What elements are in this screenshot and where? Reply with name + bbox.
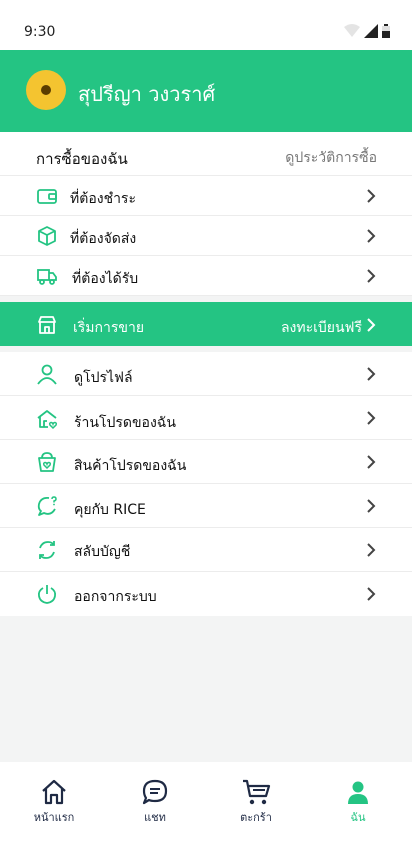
purchase-row-label: ที่ต้องจัดส่ง [70,231,137,247]
nav-me[interactable]: ฉัน [328,778,388,838]
chevron-right-icon [367,411,376,425]
profile-header: สุปรีญา วงวราศ์ [0,50,412,132]
menu-row-favorite-shops[interactable]: ร้านโปรดของฉัน [0,396,412,440]
menu-row-switch-account[interactable]: สลับบัญชี [0,528,412,572]
chat-icon [142,779,168,805]
store-icon [38,316,56,334]
menu-row-chat-rice[interactable]: คุยกับ RICE [0,484,412,528]
status-bar: 9:30 [0,0,412,50]
menu-row-label: ดูโปรไฟล์ [74,370,133,386]
chevron-right-icon [367,455,376,469]
chevron-right-icon [367,499,376,513]
power-icon [37,585,57,604]
nav-home-label: หน้าแรก [33,811,75,824]
chevron-right-icon [367,543,376,557]
purchase-row-label: ที่ต้องชำระ [70,191,136,207]
nav-chat[interactable]: แชท [125,778,185,838]
cart-icon [243,779,271,805]
nav-home[interactable]: หน้าแรก [24,778,84,838]
menu-row-label: ออกจากระบบ [74,589,157,605]
chevron-right-icon [367,229,376,243]
nav-chat-label: แชท [144,811,166,824]
purchase-row-to-ship[interactable]: ที่ต้องจัดส่ง [0,216,412,256]
menu-row-view-profile[interactable]: ดูโปรไฟล์ [0,352,412,396]
battery-icon [382,24,390,38]
bottom-nav: หน้าแรก แชท ตะกร้า ฉัน [0,762,412,844]
menu-row-label: คุยกับ RICE [74,502,146,518]
menu-row-logout[interactable]: ออกจากระบบ [0,572,412,616]
chat-help-icon [37,496,57,516]
purchase-history-link[interactable]: ดูประวัติการซื้อ [285,147,377,169]
status-time: 9:30 [24,24,56,40]
start-selling-row[interactable]: เริ่มการขาย ลงทะเบียนฟรี [0,302,412,346]
box-icon [38,226,56,246]
wallet-icon [37,189,57,204]
purchase-row-label: ที่ต้องได้รับ [72,271,139,287]
user-name: สุปรีญา วงวราศ์ [78,82,216,106]
chevron-right-icon [367,318,376,332]
purchases-title: การซื้อของฉัน [36,150,128,168]
favorite-basket-icon [38,452,56,472]
nav-cart-label: ตะกร้า [240,811,272,824]
wifi-icon [344,24,360,37]
start-selling-label: เริ่มการขาย [73,320,145,336]
purchase-row-to-pay[interactable]: ที่ต้องชำระ [0,176,412,216]
nav-cart[interactable]: ตะกร้า [226,778,286,838]
truck-icon [37,269,57,285]
chevron-right-icon [367,189,376,203]
profile-icon [348,781,368,804]
home-icon [42,779,66,805]
menu-row-label: สินค้าโปรดของฉัน [74,458,187,474]
chevron-right-icon [367,587,376,601]
menu-row-label: สลับบัญชี [74,544,131,560]
menu-row-favorite-products[interactable]: สินค้าโปรดของฉัน [0,440,412,484]
chevron-right-icon [367,269,376,283]
status-icons [344,24,390,38]
user-icon [37,364,57,385]
signal-icon [364,24,378,38]
avatar[interactable] [26,70,66,110]
nav-me-label: ฉัน [350,811,366,824]
menu-row-label: ร้านโปรดของฉัน [74,415,176,431]
register-free-label: ลงทะเบียนฟรี [280,320,362,336]
switch-icon [39,541,55,559]
favorite-shop-icon [37,410,58,430]
purchases-header: การซื้อของฉัน ดูประวัติการซื้อ [0,132,412,176]
chevron-right-icon [367,367,376,381]
purchase-row-to-receive[interactable]: ที่ต้องได้รับ [0,256,412,296]
